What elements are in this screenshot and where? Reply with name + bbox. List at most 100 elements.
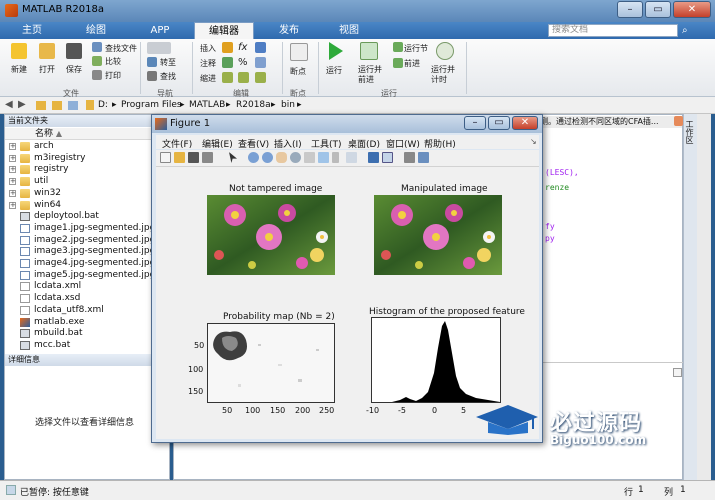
run-section-button[interactable]: 运行节 (404, 43, 428, 54)
tab-apps[interactable]: APP (136, 22, 184, 39)
workspace-strip[interactable] (683, 114, 697, 480)
file-row[interactable]: + registry (5, 164, 169, 176)
save-button[interactable]: 保存 (66, 64, 82, 75)
tab-view[interactable]: 视图 (324, 22, 374, 39)
open-file-icon[interactable] (174, 152, 185, 163)
expand-icon[interactable]: + (9, 166, 16, 174)
advance-button[interactable]: 前进 (404, 58, 420, 69)
figure-close-button[interactable]: ✕ (512, 116, 538, 130)
menu-tools[interactable]: 工具(T) (311, 137, 342, 150)
zoom-out-icon[interactable] (262, 152, 273, 163)
menu-dock-icon[interactable]: ↘ (530, 137, 537, 146)
pan-icon[interactable] (276, 152, 287, 163)
run-time-icon[interactable] (436, 42, 454, 60)
menu-edit[interactable]: 编辑(E) (202, 137, 233, 150)
breadcrumb-program-files[interactable]: Program Files (121, 100, 182, 110)
fx-button[interactable]: fx (238, 42, 247, 53)
file-row[interactable]: + win64 (5, 200, 169, 212)
indent-decrease-icon[interactable] (255, 72, 266, 83)
file-row[interactable]: image5.jpg-segmented.jpg (5, 270, 169, 282)
data-cursor-icon[interactable] (304, 152, 315, 163)
insert-section-icon[interactable] (222, 42, 233, 53)
hide-tools-icon[interactable] (404, 152, 415, 163)
tab-plots[interactable]: 绘图 (68, 22, 124, 39)
file-row[interactable]: image4.jpg-segmented.jpg (5, 258, 169, 270)
file-row[interactable]: + m3iregistry (5, 153, 169, 165)
folder-icon[interactable] (36, 101, 46, 110)
file-row[interactable]: lcdata.xsd (5, 293, 169, 305)
run-time-button[interactable]: 运行并计时 (431, 65, 461, 85)
indent-increase-icon[interactable] (238, 72, 249, 83)
figure-window[interactable]: Figure 1 – ▭ ✕ 文件(F) 编辑(E) 查看(V) 插入(I) 工… (151, 114, 543, 443)
save-icon[interactable] (66, 43, 82, 59)
file-row[interactable]: image3.jpg-segmented.jpg (5, 246, 169, 258)
percent-button[interactable]: % (238, 57, 248, 68)
expand-icon[interactable]: + (9, 143, 16, 150)
breadcrumb-bin[interactable]: bin (281, 100, 295, 110)
close-strip-icon[interactable] (674, 116, 683, 126)
forward-arrow-icon[interactable]: ▶ (18, 99, 26, 110)
file-row[interactable]: lcdata_utf8.xml (5, 305, 169, 317)
run-advance-button[interactable]: 运行并前进 (358, 65, 388, 85)
scrollbar[interactable] (697, 114, 711, 480)
expand-icon[interactable]: + (9, 178, 16, 186)
back-forward-icon[interactable] (147, 42, 171, 54)
tab-editor[interactable]: 编辑器 (194, 22, 254, 39)
menu-desktop[interactable]: 桌面(D) (348, 137, 380, 150)
new-button[interactable]: 新建 (11, 64, 27, 75)
file-row[interactable]: lcdata.xml (5, 281, 169, 293)
maximize-button[interactable]: ▭ (645, 1, 671, 18)
print-figure-icon[interactable] (202, 152, 213, 163)
comment-button[interactable]: 注释 (200, 58, 216, 69)
breakpoints-icon[interactable] (290, 43, 308, 61)
insert-button[interactable]: 插入 (200, 43, 216, 54)
print-button[interactable]: 打印 (105, 70, 121, 81)
open-button[interactable]: 打开 (39, 64, 55, 75)
menu-window[interactable]: 窗口(W) (386, 137, 420, 150)
legend-icon[interactable] (382, 152, 393, 163)
file-row[interactable]: image1.jpg-segmented.jpg (5, 223, 169, 235)
breadcrumb-matlab[interactable]: MATLAB (189, 100, 225, 110)
link-icon[interactable] (346, 152, 357, 163)
file-row[interactable]: deploytool.bat (5, 211, 169, 223)
insert-icon[interactable] (255, 42, 266, 53)
indent-button[interactable]: 缩进 (200, 73, 216, 84)
search-icon[interactable]: ⌕ (682, 25, 688, 36)
rotate-icon[interactable] (290, 152, 301, 163)
comment-icon[interactable] (222, 57, 233, 68)
find-files-button[interactable]: 查找文件 (105, 43, 137, 54)
open-folder-icon[interactable] (39, 43, 55, 59)
expand-icon[interactable]: + (9, 154, 16, 162)
file-row[interactable]: + util (5, 176, 169, 188)
brush-dropdown-icon[interactable] (332, 152, 339, 163)
file-row[interactable]: image2.jpg-segmented.jpg (5, 235, 169, 247)
wrap-icon[interactable] (255, 57, 266, 68)
breadcrumb-r2018a[interactable]: R2018a (236, 100, 271, 110)
show-tools-icon[interactable] (418, 152, 429, 163)
file-row[interactable]: mcc.bat (5, 340, 169, 352)
menu-file[interactable]: 文件(F) (162, 137, 192, 150)
pointer-icon[interactable] (229, 152, 237, 163)
find-button[interactable]: 查找 (160, 71, 176, 82)
run-button[interactable]: 运行 (326, 65, 342, 76)
back-arrow-icon[interactable]: ◀ (5, 99, 13, 110)
run-advance-icon[interactable] (360, 42, 378, 60)
new-figure-icon[interactable] (160, 152, 171, 163)
file-row[interactable]: + win32 (5, 188, 169, 200)
compare-button[interactable]: 比较 (105, 56, 121, 67)
file-row[interactable]: + arch (5, 141, 169, 153)
figure-maximize-button[interactable]: ▭ (488, 116, 510, 130)
save-figure-icon[interactable] (188, 152, 199, 163)
breakpoints-button[interactable]: 断点 (290, 66, 306, 77)
brush-icon[interactable] (318, 152, 329, 163)
minimize-button[interactable]: – (617, 1, 643, 18)
search-input[interactable]: 搜索文档 (548, 24, 678, 37)
file-row[interactable]: matlab.exe (5, 317, 169, 329)
folder-up-icon[interactable] (52, 101, 62, 110)
zoom-in-icon[interactable] (248, 152, 259, 163)
menu-insert[interactable]: 插入(I) (274, 137, 302, 150)
run-icon[interactable] (329, 42, 343, 60)
workspace-label[interactable]: 工作区 (685, 120, 695, 144)
file-row[interactable]: mbuild.bat (5, 328, 169, 340)
breadcrumb-drive[interactable]: D: (98, 100, 108, 110)
